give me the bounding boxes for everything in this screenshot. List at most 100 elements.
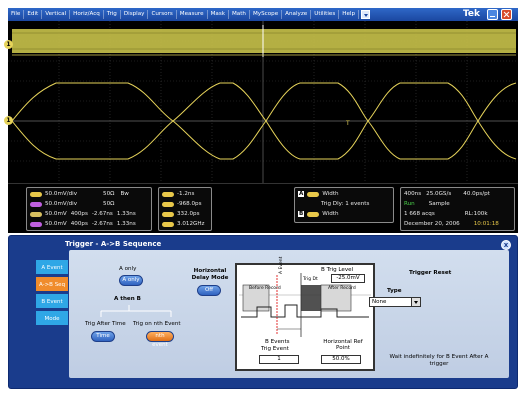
meas-1-value: -1.2ns bbox=[177, 191, 195, 197]
panel-title: Trigger - A->B Sequence bbox=[65, 240, 162, 248]
menu-cursors[interactable]: Cursors bbox=[148, 10, 177, 19]
ref2-delay: -2.67ns bbox=[91, 221, 113, 227]
a-event-label: A Event bbox=[279, 256, 284, 274]
acq-count: 1 668 acqs bbox=[404, 211, 435, 217]
ref-point-field[interactable]: 50.0% bbox=[321, 355, 361, 364]
record-length: RL:100k bbox=[464, 211, 488, 217]
menu-vertical[interactable]: Vertical bbox=[42, 10, 71, 19]
minimize-button[interactable] bbox=[487, 9, 498, 20]
ref2-readout[interactable]: 50.0mV 400ps -2.67ns 1.33ns bbox=[30, 221, 136, 227]
a-only-label: A only bbox=[119, 266, 137, 272]
a-only-button[interactable]: A only bbox=[119, 275, 143, 286]
date: December 20, 2006 bbox=[404, 221, 460, 227]
ref2-pos: 400ps bbox=[70, 221, 88, 227]
ch1-pill-icon bbox=[30, 191, 42, 197]
ref2-extra: 1.33ns bbox=[116, 221, 136, 227]
meas-1-pill-icon bbox=[162, 191, 174, 197]
ch2-pill-icon bbox=[30, 201, 42, 207]
menu-measure[interactable]: Measure bbox=[177, 10, 208, 19]
ref2-pill-icon bbox=[30, 221, 42, 227]
trigger-b-pill-icon bbox=[307, 211, 320, 217]
after-record-label: After Record bbox=[328, 286, 356, 291]
meas-2: -968.0ps bbox=[162, 201, 202, 207]
waveform-graticule: T bbox=[8, 21, 518, 183]
meas-2-value: -968.0ps bbox=[177, 201, 202, 207]
meas-4-pill-icon bbox=[162, 221, 174, 227]
menu-myscope[interactable]: MyScope bbox=[250, 10, 283, 19]
measurement-readout-box[interactable]: -1.2ns -968.0ps 332.0ps 3.012GHz bbox=[158, 187, 212, 231]
trigger-b-type: Width bbox=[322, 211, 339, 217]
menu-analyze[interactable]: Analyze bbox=[282, 10, 312, 19]
trig-on-nth-label: Trig on nth Event bbox=[133, 321, 181, 327]
trig-event-field[interactable]: 1 bbox=[259, 355, 299, 364]
ch1-readout[interactable]: 50.0mV/div 50Ω Bw bbox=[30, 191, 129, 197]
close-window-button[interactable] bbox=[501, 9, 512, 20]
trigger-readout-box[interactable]: A Width Trig Dly: 1 events B Width bbox=[294, 187, 394, 223]
tab-mode[interactable]: Mode bbox=[35, 310, 69, 326]
ch2-readout[interactable]: 50.0mV/div 50Ω bbox=[30, 201, 114, 207]
trigger-a-type: Width bbox=[322, 191, 339, 197]
panel-close-button[interactable]: x bbox=[501, 240, 511, 250]
trigger-delay-readout: Trig Dly: 1 events bbox=[321, 201, 370, 207]
menu-dropdown-icon[interactable] bbox=[361, 10, 371, 19]
channel-readout-box[interactable]: 50.0mV/div 50Ω Bw 50.0mV/div 50Ω 50.0mV … bbox=[26, 187, 152, 231]
acqs-readout: 1 668 acqs RL:100k bbox=[404, 211, 488, 217]
ch2-coupling: 50Ω bbox=[103, 201, 115, 207]
a-then-b-label: A then B bbox=[114, 296, 141, 302]
horizontal-delay-label: Horizontal Delay Mode bbox=[191, 268, 229, 281]
trigger-reset-label: Trigger Reset bbox=[409, 270, 452, 276]
menu-trig[interactable]: Trig bbox=[104, 10, 121, 19]
waveform-display[interactable]: T 1 1 bbox=[4, 21, 518, 183]
ref1-readout[interactable]: 50.0mV 400ps -2.67ns 1.33ns bbox=[30, 211, 136, 217]
trig-after-time-label: Trig After Time bbox=[85, 321, 126, 327]
run-state: Run bbox=[404, 201, 415, 207]
wait-text: Wait indefinitely for B Event After A tr… bbox=[389, 354, 489, 367]
resolution: 40.0ps/pt bbox=[463, 191, 490, 197]
trigger-a-readout: A Width bbox=[298, 191, 339, 197]
tab-b-event[interactable]: B Event bbox=[35, 293, 69, 309]
horizontal-readout: 400ns 25.0GS/s 40.0ps/pt bbox=[404, 191, 490, 197]
menu-bar: File Edit Vertical Horiz/Acq Trig Displa… bbox=[8, 8, 518, 21]
channel-1-marker-top[interactable]: 1 bbox=[4, 40, 13, 49]
meas-4: 3.012GHz bbox=[162, 221, 205, 227]
trigger-b-icon: B bbox=[298, 211, 305, 217]
b-trig-level-label: B Trig Level bbox=[321, 267, 354, 273]
horizontal-ref-point-label: Horizontal Ref Point bbox=[323, 339, 363, 351]
ch1-scale: 50.0mV/div bbox=[45, 191, 78, 197]
b-trig-level-field[interactable]: -25.0mV bbox=[331, 274, 365, 283]
svg-text:T: T bbox=[345, 120, 350, 127]
time-button[interactable]: Time bbox=[91, 331, 115, 342]
menu-math[interactable]: Math bbox=[229, 10, 250, 19]
sequence-diagram: Before Record After Record A Event Trig … bbox=[235, 257, 375, 371]
menu-horiz-acq[interactable]: Horiz/Acq bbox=[70, 10, 104, 19]
acquisition-readout-box[interactable]: 400ns 25.0GS/s 40.0ps/pt Run Sample 1 66… bbox=[400, 187, 515, 231]
menu-mask[interactable]: Mask bbox=[208, 10, 229, 19]
menu-file[interactable]: File bbox=[8, 10, 25, 19]
nth-event-button[interactable]: nth event bbox=[146, 331, 174, 348]
delay-off-button[interactable]: Off bbox=[197, 285, 221, 296]
ref1-pill-icon bbox=[30, 211, 42, 217]
type-select[interactable]: None bbox=[369, 297, 421, 307]
channel-1-marker[interactable]: 1 bbox=[4, 116, 13, 125]
trigger-panel: Trigger - A->B Sequence x A Event A->B S… bbox=[8, 235, 518, 389]
menu-utilities[interactable]: Utilities bbox=[311, 10, 340, 19]
ch1-coupling: 50Ω bbox=[103, 191, 115, 197]
run-state-readout: Run Sample bbox=[404, 201, 450, 207]
trigger-b-readout: B Width bbox=[298, 211, 339, 217]
trigger-a-icon: A bbox=[298, 191, 305, 197]
trig-dt-label: Trig Dt bbox=[303, 277, 318, 282]
time: 10:01:18 bbox=[473, 221, 499, 227]
chevron-down-icon[interactable] bbox=[411, 298, 420, 306]
tab-a-b-seq[interactable]: A->B Seq bbox=[35, 276, 69, 292]
before-record-label: Before Record bbox=[249, 286, 281, 291]
menu-help[interactable]: Help bbox=[339, 10, 360, 19]
timebase: 400ns bbox=[404, 191, 422, 197]
ref1-extra: 1.33ns bbox=[116, 211, 136, 217]
sample-rate: 25.0GS/s bbox=[426, 191, 452, 197]
tab-a-event[interactable]: A Event bbox=[35, 259, 69, 275]
menu-display[interactable]: Display bbox=[121, 10, 149, 19]
acq-mode: Sample bbox=[428, 201, 450, 207]
menu-edit[interactable]: Edit bbox=[24, 10, 43, 19]
b-events-label: B Events bbox=[265, 339, 290, 345]
ref1-delay: -2.67ns bbox=[91, 211, 113, 217]
